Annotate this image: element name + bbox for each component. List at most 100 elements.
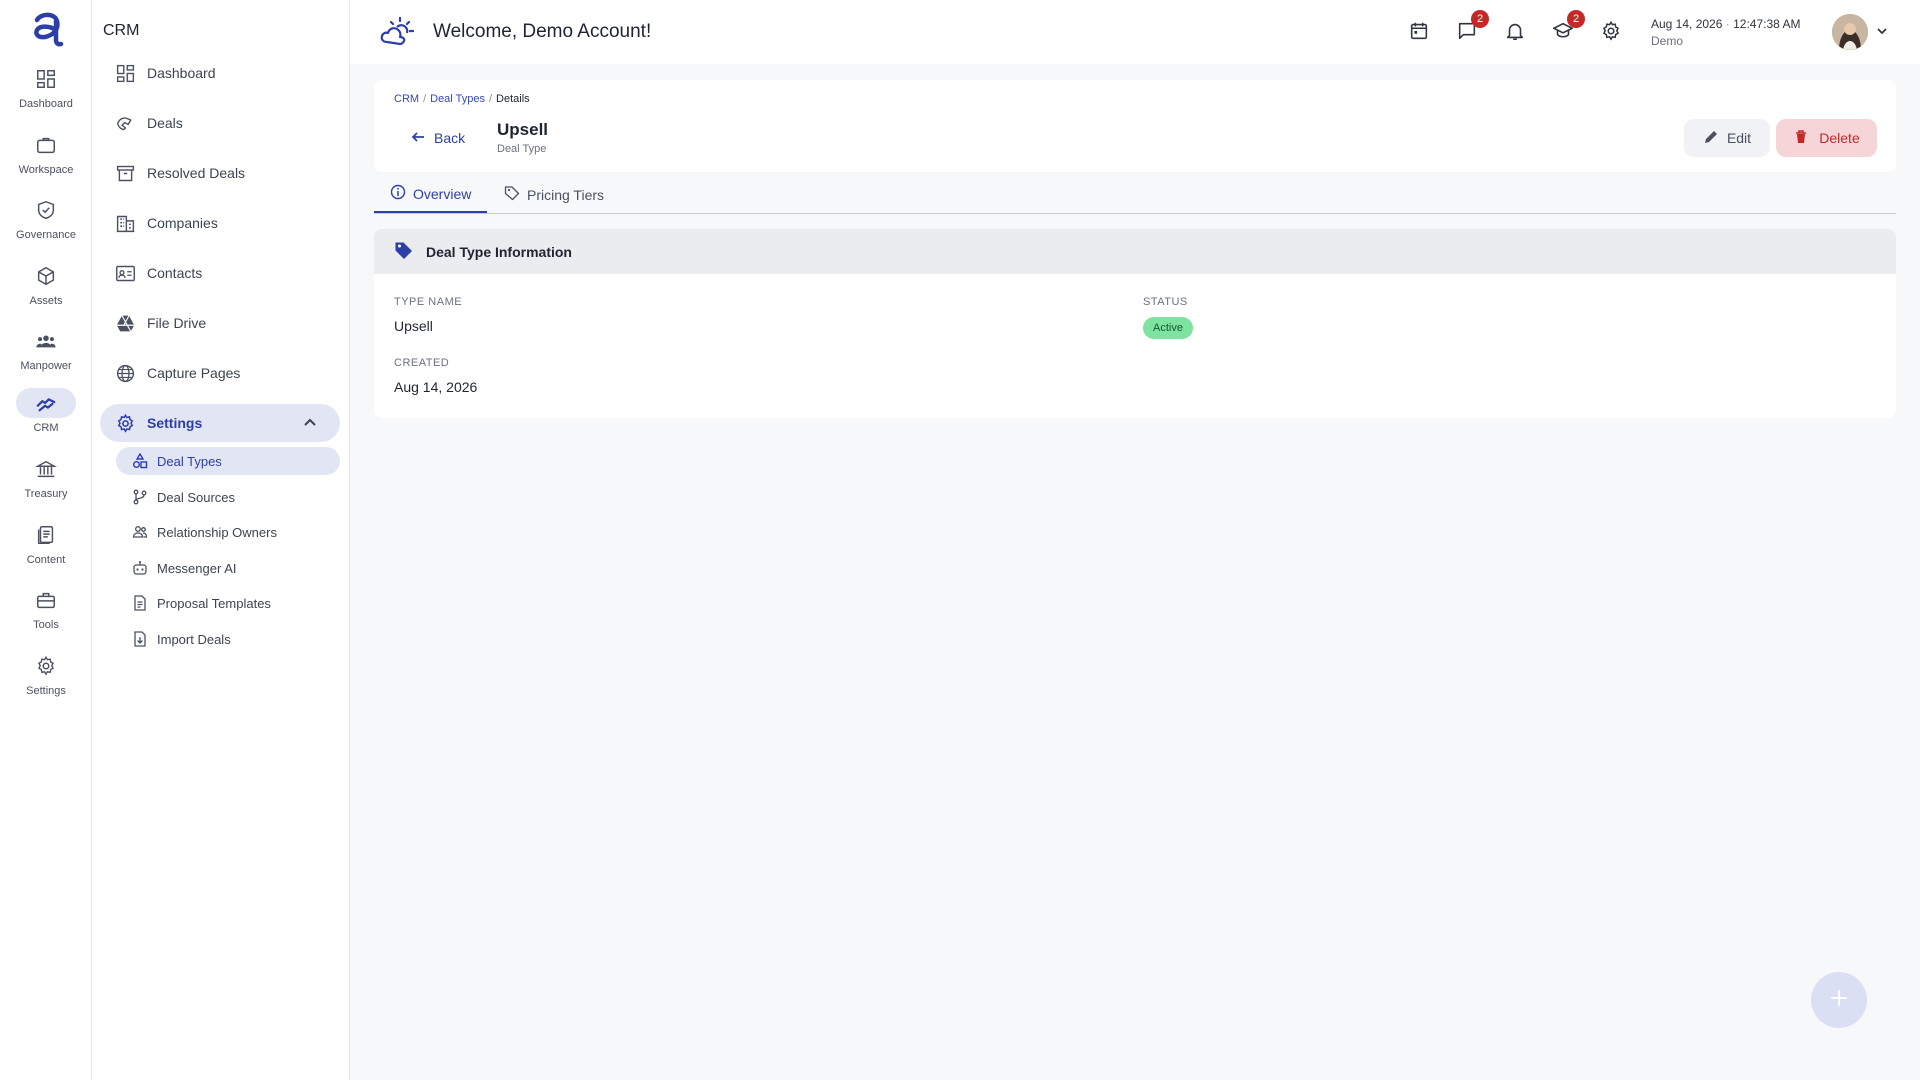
handshake-icon: [16, 388, 76, 418]
rail-item-governance[interactable]: Governance: [0, 195, 92, 257]
add-fab-button[interactable]: [1811, 972, 1867, 1028]
sidebar-subitem-messenger-ai[interactable]: Messenger AI: [116, 554, 340, 582]
tab-overview[interactable]: Overview: [374, 176, 488, 213]
building-icon: [114, 212, 136, 234]
created-value: Aug 14, 2026: [394, 379, 478, 395]
messages-button[interactable]: 2: [1456, 10, 1489, 44]
avatar[interactable]: [1832, 14, 1868, 50]
courses-button[interactable]: 2: [1552, 10, 1585, 46]
chevron-up-icon[interactable]: [302, 415, 318, 431]
tab-label: Pricing Tiers: [527, 186, 605, 203]
breadcrumb-deal-types[interactable]: Deal Types: [430, 93, 485, 105]
people-icon: [16, 326, 76, 356]
sidebar-subitem-label: Import Deals: [157, 631, 231, 647]
delete-label: Delete: [1819, 130, 1860, 146]
edit-button[interactable]: Edit: [1684, 119, 1770, 157]
sidebar-item-label: Deals: [147, 115, 183, 131]
gear-icon: [114, 412, 136, 434]
drive-icon: [114, 312, 136, 334]
breadcrumb: CRM / Deal Types / Details: [394, 93, 530, 105]
rail-item-workspace[interactable]: Workspace: [0, 130, 92, 192]
sidebar-item-capture-pages[interactable]: Capture Pages: [100, 354, 340, 392]
datetime: Aug 14, 2026 · 12:47:38 AM: [1651, 17, 1800, 31]
rail-label: Treasury: [24, 488, 68, 500]
file-import-icon: [132, 631, 148, 647]
arrow-left-icon: [410, 129, 434, 148]
rail-label: Settings: [26, 685, 66, 697]
file-text-icon: [132, 595, 148, 611]
sidebar-item-label: Capture Pages: [147, 365, 241, 381]
sidebar-item-deals[interactable]: Deals: [100, 104, 340, 142]
rail-item-crm[interactable]: CRM: [0, 388, 92, 450]
rail-item-assets[interactable]: Assets: [0, 261, 92, 323]
sidebar-subitem-deal-sources[interactable]: Deal Sources: [116, 483, 340, 511]
rail-item-manpower[interactable]: Manpower: [0, 326, 92, 388]
plus-icon: [1828, 987, 1850, 1014]
deal-type-info-card: Deal Type Information TYPE NAME Upsell S…: [374, 229, 1896, 418]
page-subtitle: Deal Type: [497, 143, 547, 155]
breadcrumb-separator: /: [423, 93, 427, 105]
top-header: Welcome, Demo Account! 2 2 Aug 14, 2026 …: [350, 0, 1920, 64]
sidebar-subitem-import-deals[interactable]: Import Deals: [116, 625, 340, 653]
bell-icon: [1504, 23, 1526, 46]
rail-item-settings[interactable]: Settings: [0, 651, 92, 713]
sidebar-item-dashboard[interactable]: Dashboard: [100, 54, 340, 92]
breadcrumb-crm[interactable]: CRM: [394, 93, 419, 105]
sidebar-item-contacts[interactable]: Contacts: [100, 254, 340, 292]
chevron-down-icon[interactable]: [1875, 24, 1889, 38]
graduation-cap-icon: [1552, 22, 1574, 46]
date-text: Aug 14, 2026: [1651, 17, 1723, 31]
status-label: STATUS: [1143, 296, 1188, 308]
back-button[interactable]: Back: [410, 127, 465, 149]
weather-logo-icon: [378, 15, 415, 51]
user-name: Demo: [1651, 34, 1684, 48]
pencil-icon: [1703, 129, 1727, 148]
rail-label: Content: [26, 554, 66, 566]
document-icon: [16, 520, 76, 550]
sidebar-item-label: Companies: [147, 215, 218, 231]
rail-label: Manpower: [20, 360, 72, 372]
messages-badge: 2: [1471, 10, 1489, 28]
toolbox-icon: [16, 585, 76, 615]
tab-pricing-tiers[interactable]: Pricing Tiers: [504, 176, 604, 213]
rail-item-content[interactable]: Content: [0, 520, 92, 582]
dashboard-icon: [16, 64, 76, 94]
robot-icon: [132, 560, 148, 576]
tag-icon: [394, 240, 426, 263]
settings-button[interactable]: [1600, 20, 1624, 44]
rail-item-dashboard[interactable]: Dashboard: [0, 64, 92, 126]
rail-label: Assets: [29, 295, 63, 307]
bank-icon: [16, 454, 76, 484]
shapes-icon: [132, 453, 148, 469]
sidebar-item-resolved-deals[interactable]: Resolved Deals: [100, 154, 340, 192]
rail-label: Governance: [16, 229, 76, 241]
sidebar-subitem-deal-types[interactable]: Deal Types: [116, 447, 340, 475]
type-name-label: TYPE NAME: [394, 296, 463, 308]
info-card-header: Deal Type Information: [374, 229, 1896, 274]
sidebar-item-label: Settings: [147, 415, 203, 431]
sidebar-item-companies[interactable]: Companies: [100, 204, 340, 242]
sidebar-subitem-proposal-templates[interactable]: Proposal Templates: [116, 589, 340, 617]
sidebar-item-label: Resolved Deals: [147, 165, 246, 181]
sidebar-item-label: Contacts: [147, 265, 203, 281]
detail-header-card: Back Upsell Deal Type Edit Delete: [374, 80, 1896, 172]
rail-item-treasury[interactable]: Treasury: [0, 454, 92, 516]
sidebar-subitem-label: Deal Types: [157, 453, 222, 469]
archive-icon: [114, 162, 136, 184]
info-icon: [390, 184, 413, 203]
calendar-button[interactable]: [1408, 20, 1432, 44]
sidebar-item-file-drive[interactable]: File Drive: [100, 304, 340, 342]
handshake-icon: [114, 112, 136, 134]
type-name-value: Upsell: [394, 318, 433, 334]
sidebar-subitem-relationship-owners[interactable]: Relationship Owners: [116, 518, 340, 546]
rail-item-tools[interactable]: Tools: [0, 585, 92, 647]
dashboard-icon: [114, 62, 136, 84]
notifications-button[interactable]: [1504, 20, 1528, 44]
app-logo[interactable]: [28, 10, 64, 48]
contact-card-icon: [114, 262, 136, 284]
sidebar-item-settings[interactable]: Settings: [100, 404, 340, 442]
sidebar-title: CRM: [103, 22, 140, 39]
calendar-icon: [1408, 22, 1430, 46]
info-card-title: Deal Type Information: [426, 243, 572, 260]
delete-button[interactable]: Delete: [1776, 119, 1877, 157]
